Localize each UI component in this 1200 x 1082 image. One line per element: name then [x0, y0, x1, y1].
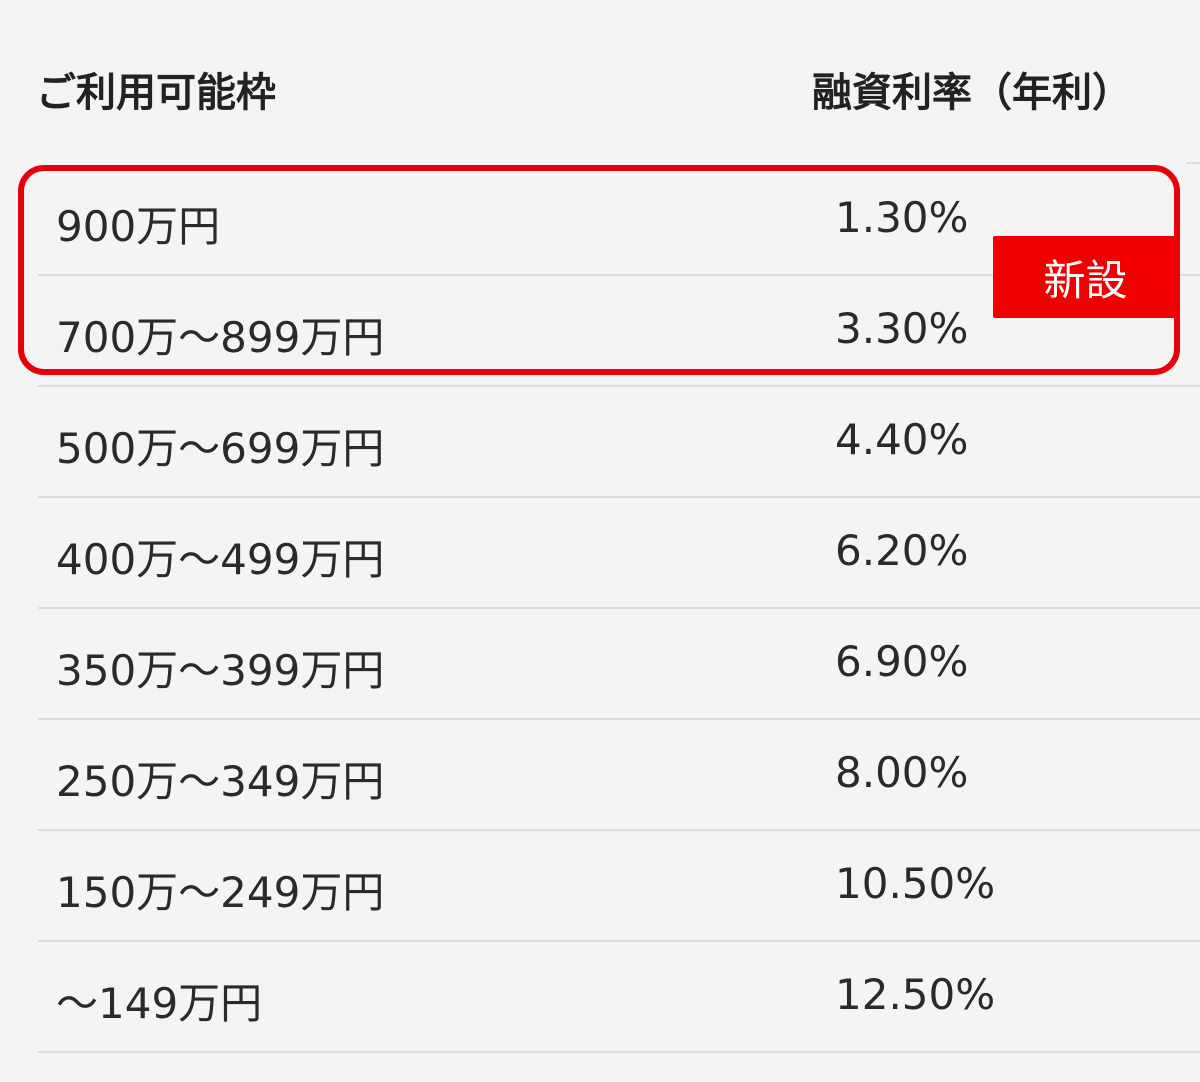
header-limit: ご利用可能枠 [36, 70, 276, 116]
row-rate: 3.30% [835, 304, 969, 353]
table-header: ご利用可能枠 融資利率（年利） [0, 60, 1200, 120]
row-rate: 10.50% [835, 859, 996, 908]
header-divider [1186, 162, 1200, 164]
table-row: ～149万円 12.50% [38, 942, 1200, 1053]
row-limit: 400万～499万円 [56, 535, 385, 584]
row-limit: 900万円 [56, 202, 221, 251]
table-row: 500万～699万円 4.40% [38, 387, 1200, 498]
header-rate: 融資利率（年利） [812, 70, 1132, 116]
table-row: 350万～399万円 6.90% [38, 609, 1200, 720]
new-badge: 新設 [993, 236, 1178, 318]
row-limit: ～149万円 [56, 979, 263, 1028]
row-limit: 500万～699万円 [56, 424, 385, 473]
row-limit: 350万～399万円 [56, 646, 385, 695]
row-rate: 1.30% [835, 193, 969, 242]
row-rate: 4.40% [835, 415, 969, 464]
row-rate: 6.20% [835, 526, 969, 575]
table-row: 400万～499万円 6.20% [38, 498, 1200, 609]
row-rate: 8.00% [835, 748, 969, 797]
row-rate: 12.50% [835, 970, 996, 1019]
row-rate: 6.90% [835, 637, 969, 686]
row-limit: 250万～349万円 [56, 757, 385, 806]
table-row: 250万～349万円 8.00% [38, 720, 1200, 831]
row-limit: 150万～249万円 [56, 868, 385, 917]
row-limit: 700万～899万円 [56, 313, 385, 362]
table-row: 150万～249万円 10.50% [38, 831, 1200, 942]
